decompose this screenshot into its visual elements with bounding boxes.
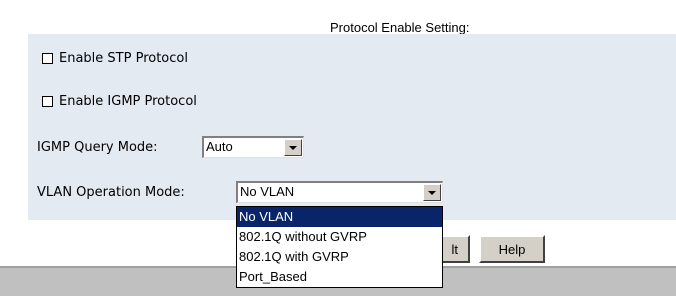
stp-row[interactable]: Enable STP Protocol xyxy=(42,51,188,66)
page-title: Protocol Enable Setting: xyxy=(330,20,470,35)
vlan-option-port-based[interactable]: Port_Based xyxy=(237,267,442,287)
chevron-down-icon xyxy=(428,190,436,195)
vlan-mode-select[interactable]: No VLAN xyxy=(236,181,443,203)
help-button-label: Help xyxy=(498,241,526,257)
default-button-label: lt xyxy=(451,241,459,257)
vlan-option-no-vlan[interactable]: No VLAN xyxy=(237,207,442,227)
igmp-query-mode-dropdown-button[interactable] xyxy=(284,139,302,156)
vlan-mode-dropdown-button[interactable] xyxy=(423,184,441,201)
vlan-mode-dropdown-list[interactable]: No VLAN 802.1Q without GVRP 802.1Q with … xyxy=(236,206,443,288)
igmp-query-mode-label: IGMP Query Mode: xyxy=(37,140,158,155)
vlan-mode-value: No VLAN xyxy=(240,184,295,199)
igmp-checkbox[interactable] xyxy=(42,96,53,107)
stp-checkbox[interactable] xyxy=(42,53,53,64)
vlan-mode-label: VLAN Operation Mode: xyxy=(37,185,185,200)
vlan-option-8021q-with-gvrp[interactable]: 802.1Q with GVRP xyxy=(237,247,442,267)
igmp-row[interactable]: Enable IGMP Protocol xyxy=(42,94,197,109)
igmp-query-mode-select[interactable]: Auto xyxy=(202,136,304,158)
igmp-label: Enable IGMP Protocol xyxy=(59,94,197,109)
vlan-option-8021q-without-gvrp[interactable]: 802.1Q without GVRP xyxy=(237,227,442,247)
stp-label: Enable STP Protocol xyxy=(59,51,188,66)
help-button[interactable]: Help xyxy=(479,235,545,263)
igmp-query-mode-value: Auto xyxy=(206,139,233,154)
chevron-down-icon xyxy=(289,145,297,150)
